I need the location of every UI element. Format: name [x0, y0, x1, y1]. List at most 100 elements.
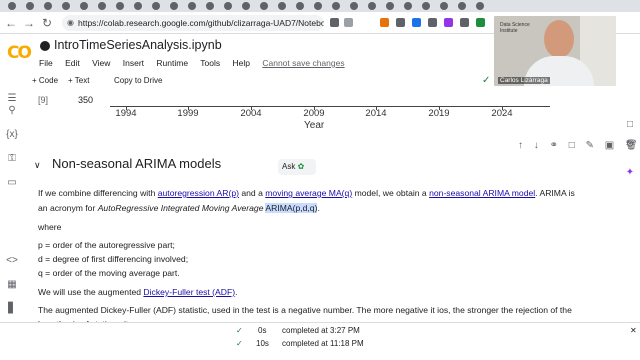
- save-notice-link[interactable]: Cannot save changes: [262, 58, 344, 68]
- edit-pencil-icon[interactable]: ✎: [586, 140, 594, 151]
- tab-icon[interactable]: [116, 2, 124, 10]
- link-non-seasonal-arima[interactable]: non-seasonal ARIMA model: [429, 188, 535, 198]
- gemini-sparkle-icon[interactable]: ✦: [623, 166, 637, 180]
- tab-icon[interactable]: [170, 2, 178, 10]
- notebook-title[interactable]: IntroTimeSeriesAnalysis.ipynb: [54, 38, 222, 52]
- markdown-cell[interactable]: ↑ ↓ ⚭ □ ✎ ▣ 🗑 ⋮ ∨ Non-seasonal ARIMA mod…: [24, 136, 638, 340]
- copy-to-drive-button[interactable]: Copy to Drive: [114, 76, 162, 85]
- extension-icon[interactable]: [428, 18, 437, 27]
- plot-x-axis: [110, 106, 550, 107]
- execution-count: [9]: [38, 95, 49, 105]
- files-folder-icon[interactable]: ▭: [5, 176, 19, 190]
- add-code-button[interactable]: + Code: [32, 76, 58, 85]
- link-autoregression[interactable]: autoregression AR(p): [158, 188, 239, 198]
- tab-icon[interactable]: [8, 2, 16, 10]
- tab-icon[interactable]: [98, 2, 106, 10]
- tab-icon[interactable]: [224, 2, 232, 10]
- tab-icon[interactable]: [476, 2, 484, 10]
- tab-icon[interactable]: [458, 2, 466, 10]
- secrets-key-icon[interactable]: ⚿: [5, 152, 19, 166]
- tab-icon[interactable]: [368, 2, 376, 10]
- menu-view[interactable]: View: [92, 58, 110, 68]
- status-check-icon: ✓: [236, 326, 243, 335]
- tab-icon[interactable]: [152, 2, 160, 10]
- tab-icon[interactable]: [404, 2, 412, 10]
- ask-button[interactable]: Ask ✿: [278, 159, 316, 175]
- menu-runtime[interactable]: Runtime: [156, 58, 188, 68]
- paragraph-line: The augmented Dickey-Fuller (ADF) statis…: [38, 305, 572, 315]
- move-down-icon[interactable]: ↓: [534, 140, 539, 151]
- terminal-icon[interactable]: ▋: [5, 302, 19, 316]
- tab-icon[interactable]: [350, 2, 358, 10]
- site-info-icon[interactable]: ◉: [67, 15, 74, 31]
- mirror-cell-icon[interactable]: ▣: [605, 140, 614, 151]
- cell-toolbar: ↑ ↓ ⚭ □ ✎ ▣ 🗑 ⋮: [510, 140, 640, 151]
- address-bar[interactable]: ◉ https://colab.research.google.com/gith…: [62, 15, 324, 31]
- bookmark-star-icon[interactable]: [344, 18, 353, 27]
- link-dickey-fuller[interactable]: Dickey-Fuller test (ADF): [143, 287, 235, 297]
- tab-icon[interactable]: [314, 2, 322, 10]
- tab-icon[interactable]: [386, 2, 394, 10]
- menu-bar: File Edit View Insert Runtime Tools Help…: [39, 58, 355, 68]
- tab-icon[interactable]: [332, 2, 340, 10]
- extension-icon[interactable]: [476, 18, 485, 27]
- search-icon[interactable]: ⚲: [5, 104, 19, 118]
- colab-logo[interactable]: CO: [7, 43, 32, 63]
- tab-icon[interactable]: [206, 2, 214, 10]
- x-tick-label: 2014: [365, 108, 387, 119]
- tab-icon[interactable]: [62, 2, 70, 10]
- definition-d: d = degree of first differencing involve…: [38, 254, 189, 264]
- menu-help[interactable]: Help: [233, 58, 250, 68]
- delete-trash-icon[interactable]: 🗑: [625, 140, 638, 151]
- collapse-section-icon[interactable]: ∨: [34, 160, 41, 171]
- x-tick-label: 2019: [428, 108, 450, 119]
- definition-p: p = order of the autoregressive part;: [38, 240, 175, 250]
- reload-icon[interactable]: ↻: [40, 16, 54, 30]
- tab-icon[interactable]: [134, 2, 142, 10]
- menu-tools[interactable]: Tools: [200, 58, 220, 68]
- close-icon[interactable]: ✕: [630, 326, 637, 335]
- menu-file[interactable]: File: [39, 58, 53, 68]
- back-arrow-icon[interactable]: ←: [4, 16, 18, 30]
- browser-tab-strip: [0, 0, 640, 12]
- add-text-button[interactable]: + Text: [68, 76, 89, 85]
- gemini-icon: ✿: [297, 162, 305, 171]
- link-moving-average[interactable]: moving average MA(q): [265, 188, 352, 198]
- connected-check-icon: ✓: [482, 75, 491, 86]
- comment-icon[interactable]: □: [569, 140, 575, 151]
- extension-icon[interactable]: [444, 18, 453, 27]
- status-text[interactable]: completed at 3:27 PM: [282, 326, 360, 335]
- tab-icon[interactable]: [44, 2, 52, 10]
- tab-icon[interactable]: [296, 2, 304, 10]
- extension-icon[interactable]: [330, 18, 339, 27]
- expand-icon[interactable]: □: [623, 118, 637, 132]
- extension-icon[interactable]: [460, 18, 469, 27]
- text: If we combine differencing with: [38, 188, 158, 198]
- text: .: [317, 203, 320, 213]
- command-palette-icon[interactable]: ▦: [5, 278, 19, 292]
- move-up-icon[interactable]: ↑: [518, 140, 523, 151]
- code-snippets-icon[interactable]: <>: [5, 254, 19, 268]
- highlighted-selection[interactable]: ARIMA(p,d,q): [265, 203, 318, 213]
- right-sidebar: □ ⚙ ✦: [620, 92, 640, 340]
- link-icon[interactable]: ⚭: [550, 140, 558, 151]
- menu-edit[interactable]: Edit: [65, 58, 80, 68]
- tab-icon[interactable]: [242, 2, 250, 10]
- definition-q: q = order of the moving average part.: [38, 268, 180, 278]
- variables-icon[interactable]: {x}: [5, 128, 19, 142]
- forward-arrow-icon[interactable]: →: [22, 16, 36, 30]
- status-text[interactable]: completed at 11:18 PM: [282, 339, 364, 348]
- tab-icon[interactable]: [278, 2, 286, 10]
- text: an acronym for: [38, 203, 98, 213]
- extension-icon[interactable]: [380, 18, 389, 27]
- tab-icon[interactable]: [188, 2, 196, 10]
- extension-icon[interactable]: [396, 18, 405, 27]
- tab-icon[interactable]: [80, 2, 88, 10]
- ask-label: Ask: [282, 162, 296, 171]
- extension-icon[interactable]: [412, 18, 421, 27]
- tab-icon[interactable]: [260, 2, 268, 10]
- tab-icon[interactable]: [440, 2, 448, 10]
- menu-insert[interactable]: Insert: [123, 58, 144, 68]
- tab-icon[interactable]: [422, 2, 430, 10]
- tab-icon[interactable]: [26, 2, 34, 10]
